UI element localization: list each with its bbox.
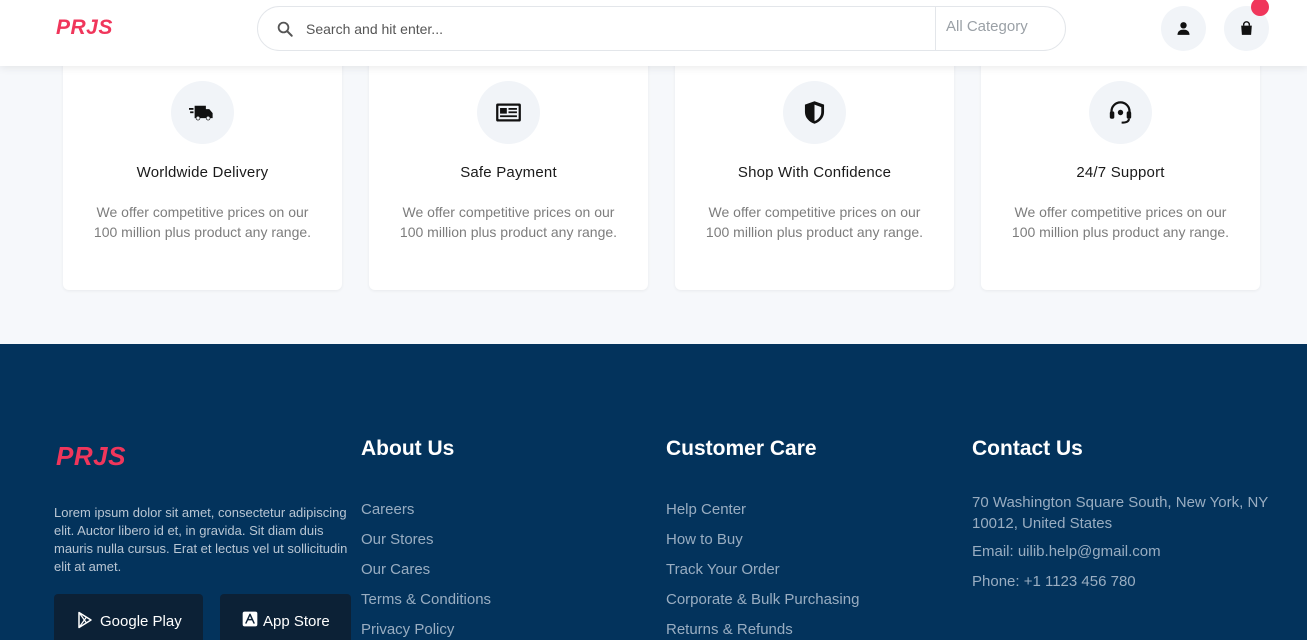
search-icon[interactable] <box>276 20 294 38</box>
footer-link-terms[interactable]: Terms & Conditions <box>361 585 491 615</box>
feature-description: We offer competitive prices on our 100 m… <box>93 204 312 240</box>
contact-email[interactable]: Email: uilib.help@gmail.com <box>972 537 1272 567</box>
customer-care-heading: Customer Care <box>666 437 817 460</box>
feature-card-confidence: Shop With Confidence We offer competitiv… <box>675 56 954 290</box>
payment-card-icon <box>496 103 521 122</box>
feature-icon-wrap <box>477 81 540 144</box>
shield-icon <box>804 101 825 124</box>
search-divider <box>935 7 936 50</box>
footer-link-our-stores[interactable]: Our Stores <box>361 525 491 555</box>
feature-title: Shop With Confidence <box>737 164 892 181</box>
google-play-label: Google Play <box>100 613 182 630</box>
about-heading: About Us <box>361 437 455 460</box>
footer-link-careers[interactable]: Careers <box>361 495 491 525</box>
category-select[interactable]: All Category <box>946 18 1028 35</box>
app-store-label: App Store <box>263 613 330 630</box>
app-store-icon <box>242 611 258 627</box>
feature-description: We offer competitive prices on our 100 m… <box>399 204 618 240</box>
footer-link-our-cares[interactable]: Our Cares <box>361 555 491 585</box>
footer-link-how-to-buy[interactable]: How to Buy <box>666 525 859 555</box>
feature-card-support: 24/7 Support We offer competitive prices… <box>981 56 1260 290</box>
feature-description: We offer competitive prices on our 100 m… <box>1011 204 1230 240</box>
footer-link-track-order[interactable]: Track Your Order <box>666 555 859 585</box>
contact-phone[interactable]: Phone: +1 1123 456 780 <box>972 567 1272 597</box>
contact-column: Contact Us 70 Washington Square South, N… <box>972 437 1272 597</box>
feature-card-payment: Safe Payment We offer competitive prices… <box>369 56 648 290</box>
cart-badge <box>1251 0 1269 16</box>
search-input[interactable] <box>306 17 926 41</box>
google-play-icon <box>78 611 92 629</box>
footer-logo[interactable]: PRJS <box>56 441 126 472</box>
about-column: About Us Careers Our Stores Our Cares Te… <box>361 437 491 640</box>
feature-title: 24/7 Support <box>1076 164 1165 181</box>
search-bar: All Category <box>257 6 1066 51</box>
footer-link-privacy[interactable]: Privacy Policy <box>361 615 491 640</box>
site-footer: PRJS Lorem ipsum dolor sit amet, consect… <box>0 344 1307 640</box>
headset-icon <box>1109 101 1132 124</box>
footer-description: Lorem ipsum dolor sit amet, consectetur … <box>54 505 348 574</box>
user-icon <box>1177 22 1190 35</box>
account-button[interactable] <box>1161 6 1206 51</box>
feature-description: We offer competitive prices on our 100 m… <box>705 204 924 240</box>
top-header: PRJS All Category <box>0 0 1307 66</box>
customer-care-column: Customer Care Help Center How to Buy Tra… <box>666 437 859 640</box>
brand-logo[interactable]: PRJS <box>56 16 113 40</box>
footer-link-returns[interactable]: Returns & Refunds <box>666 615 859 640</box>
feature-title: Safe Payment <box>460 164 557 181</box>
app-store-button[interactable]: App Store <box>220 594 351 640</box>
feature-title: Worldwide Delivery <box>136 164 269 181</box>
google-play-button[interactable]: Google Play <box>54 594 203 640</box>
shopping-bag-icon <box>1241 21 1252 35</box>
feature-icon-wrap <box>783 81 846 144</box>
delivery-truck-icon <box>189 105 213 121</box>
contact-heading: Contact Us <box>972 437 1083 460</box>
feature-icon-wrap <box>1089 81 1152 144</box>
contact-address: 70 Washington Square South, New York, NY… <box>972 494 1269 532</box>
footer-link-bulk-purchasing[interactable]: Corporate & Bulk Purchasing <box>666 585 859 615</box>
footer-link-help-center[interactable]: Help Center <box>666 495 859 525</box>
feature-card-delivery: Worldwide Delivery We offer competitive … <box>63 56 342 290</box>
feature-icon-wrap <box>171 81 234 144</box>
